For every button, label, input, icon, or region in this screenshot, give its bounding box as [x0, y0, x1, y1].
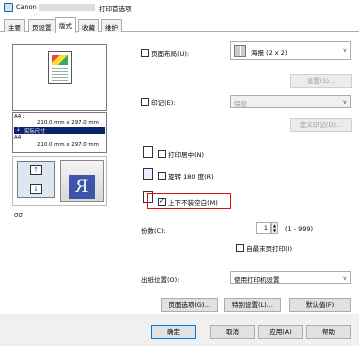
tab-maintenance[interactable]: 维护: [101, 19, 122, 32]
paper-info: A4 : 210.0 mm x 297.0 mm ↓ 实际尺寸 A4 210.0…: [12, 112, 107, 153]
arrow-down-icon: ↓: [30, 184, 42, 194]
preview-text-line: [52, 68, 68, 69]
cancel-button[interactable]: 取消: [210, 325, 255, 339]
chevron-down-icon: ∨: [342, 275, 347, 282]
output-tray-value: 使用打印机设置: [234, 276, 280, 284]
print-center-label: 打印居中(N): [168, 151, 205, 159]
chevron-down-icon: ∨: [342, 99, 347, 106]
print-center-row: 打印居中(N): [158, 149, 204, 159]
tab-favorites[interactable]: 收藏: [78, 19, 99, 32]
stamp-row: 印记(E):: [141, 97, 175, 107]
poster-layout-icon: [234, 45, 246, 57]
page-layout-row: 页面布局(U):: [141, 48, 189, 58]
page-layout-select[interactable]: 海报 (2 x 2) ∨: [230, 41, 351, 60]
preview-text-line: [52, 74, 68, 75]
scale-mode-label: 实际尺寸: [24, 129, 46, 135]
rotate-label: 旋转 180 度(R): [168, 173, 214, 181]
rotate-icon: [143, 168, 153, 180]
output-tray-select[interactable]: 使用打印机设置 ∨: [230, 271, 351, 284]
special-settings-button[interactable]: 特别设置(L)...: [224, 298, 281, 312]
last-page-first-label: 自最末页打印(I): [246, 245, 293, 253]
copies-label: 份数(C):: [141, 227, 166, 235]
preview-text-line: [52, 71, 68, 72]
scale-mode-highlight: ↓ 实际尺寸: [14, 127, 105, 135]
arrow-down-icon: ↓: [16, 127, 21, 133]
tab-strip: 主要 页设置 版式 收藏 维护: [0, 17, 359, 33]
tab-layout[interactable]: 版式: [55, 17, 76, 33]
page-preview: [12, 44, 107, 111]
stamp-checkbox[interactable]: [141, 98, 149, 106]
tab-page-setup[interactable]: 页设置: [28, 19, 56, 32]
last-page-first-checkbox[interactable]: [236, 244, 244, 252]
center-icon: [143, 146, 153, 158]
ok-button[interactable]: 确定: [151, 325, 196, 339]
preview-image: [52, 55, 68, 65]
stamp-select[interactable]: 保密 ∨: [230, 95, 351, 108]
copies-input[interactable]: 1: [256, 222, 271, 234]
dialog-footer: 确定 取消 应用(A) 帮助: [0, 314, 359, 346]
page-layout-label: 页面布局(U):: [151, 50, 190, 58]
rotate-checkbox[interactable]: [158, 172, 166, 180]
arrow-up-icon: ↑: [30, 165, 42, 175]
output-tray-label: 出纸位置(O):: [141, 276, 180, 284]
stamp-label: 印记(E):: [151, 99, 176, 107]
rotate-row: 旋转 180 度(R): [158, 171, 214, 181]
print-center-checkbox[interactable]: [158, 150, 166, 158]
copies-range: (1 - 999): [285, 225, 314, 233]
output-preview: R: [60, 160, 104, 202]
output-size-dims: 210.0 mm x 297.0 mm: [37, 142, 99, 148]
output-size-label: A4: [14, 135, 22, 141]
mirrored-r-glyph: R: [69, 175, 95, 199]
title-bar: Canon 打印首选项: [0, 0, 359, 15]
layout-settings-button[interactable]: 设置(S)...: [290, 74, 352, 88]
preview-text-line: [52, 80, 68, 81]
printer-preview: ↑ ↓ R: [12, 156, 107, 206]
preview-text-line: [52, 77, 68, 78]
paper-size-label: A4 :: [14, 114, 25, 120]
last-page-first-row: 自最末页打印(I): [236, 243, 292, 253]
apply-button[interactable]: 应用(A): [258, 325, 303, 339]
page-layout-checkbox[interactable]: [141, 49, 149, 57]
no-margin-label: 上下不装空白(M): [168, 199, 218, 207]
page-options-button[interactable]: 页面选项(G)...: [161, 298, 218, 312]
chevron-down-icon: ∨: [342, 47, 347, 54]
page-layout-value: 海报 (2 x 2): [251, 49, 288, 57]
paper-feed-preview: ↑ ↓: [17, 161, 55, 198]
help-button[interactable]: 帮助: [306, 325, 351, 339]
printer-name-redacted: [39, 4, 95, 11]
tab-main[interactable]: 主要: [4, 19, 25, 32]
title-prefix: Canon: [16, 3, 37, 11]
define-stamp-button[interactable]: 定义印记(D)...: [290, 118, 352, 132]
defaults-button[interactable]: 默认值(F): [289, 298, 351, 312]
printer-icon: [4, 3, 13, 12]
no-margin-checkbox[interactable]: [158, 197, 166, 206]
window-title: 打印首选项: [99, 5, 132, 13]
paper-size-dims: 210.0 mm x 297.0 mm: [37, 120, 99, 126]
duplex-icon: σσ: [14, 211, 23, 219]
preview-page: [48, 51, 72, 84]
stamp-value: 保密: [234, 100, 247, 108]
copies-spinner[interactable]: ▲ ▼: [271, 222, 278, 234]
no-margin-row: 上下不装空白(M): [158, 197, 218, 207]
